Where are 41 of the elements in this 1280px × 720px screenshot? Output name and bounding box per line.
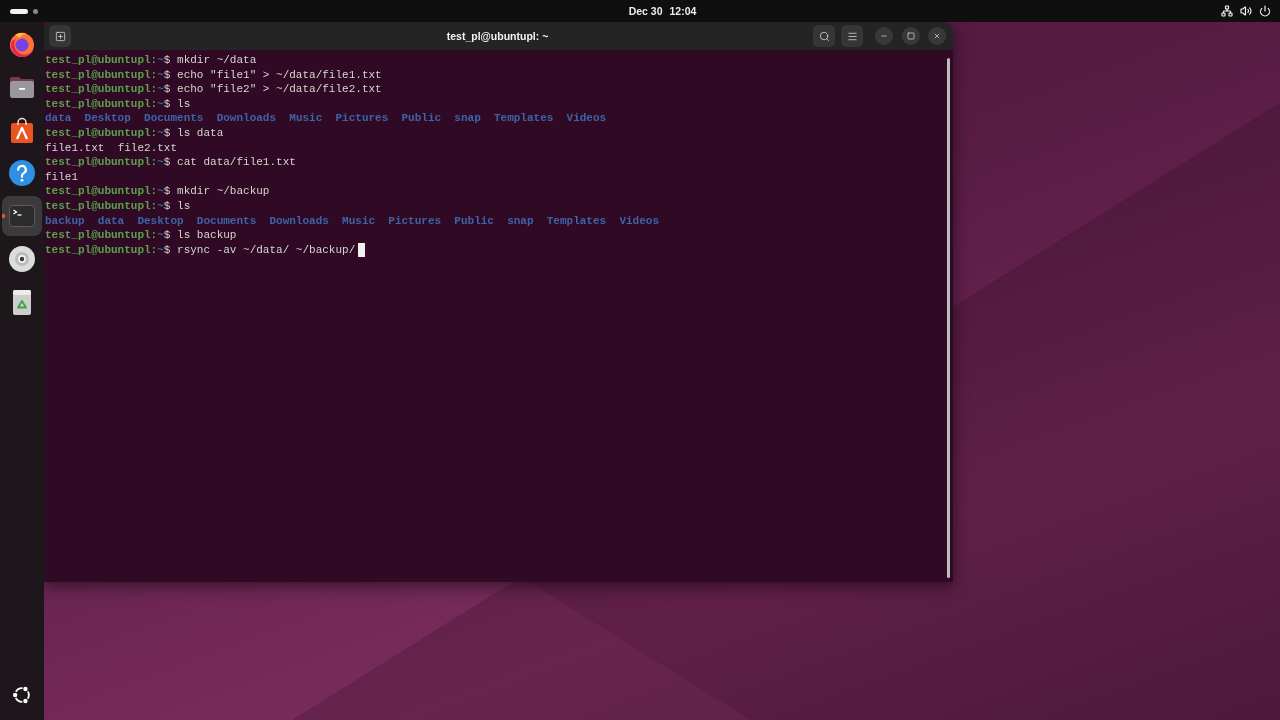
date-text: Dec 30 (628, 5, 663, 17)
listing-output-line: data Desktop Documents Downloads Music Pictures Public snap Templates Videos (45, 111, 607, 126)
window-title: test_pl@ubuntupl: ~ (446, 30, 549, 42)
prompt-line: test_pl@ubuntupl:~$ ls (45, 96, 191, 112)
prompt-line: test_pl@ubuntupl:~$ ls (45, 198, 191, 214)
close-button[interactable] (928, 27, 946, 45)
minimize-icon (880, 32, 888, 40)
close-icon (933, 32, 941, 40)
output-line: file1 (45, 169, 78, 185)
shopping-bag-icon (8, 116, 36, 144)
volume-icon[interactable] (1240, 5, 1252, 17)
prompt-line: test_pl@ubuntupl:~$ cat data/file1.txt (45, 155, 296, 170)
listing-output-line: backup data Desktop Documents Downloads Music Pictures Public snap Templates Videos (45, 213, 659, 229)
flame-globe-icon (8, 30, 36, 58)
clock-button[interactable]: Dec 30 12:04 (624, 5, 701, 17)
plus-square-icon (54, 30, 66, 42)
activities-button[interactable] (10, 6, 38, 16)
search-icon (818, 30, 830, 42)
time-text: 12:04 (669, 5, 697, 17)
menu-button[interactable] (841, 25, 863, 47)
terminal-icon (8, 202, 36, 230)
maximize-button[interactable] (902, 27, 920, 45)
search-button[interactable] (813, 25, 835, 47)
prompt-line: test_pl@ubuntupl:~$ ls backup (45, 228, 237, 243)
power-icon[interactable] (1259, 5, 1271, 17)
help-icon (8, 159, 36, 187)
prompt-line: test_pl@ubuntupl:~$ ls data (45, 125, 224, 141)
prompt-line: test_pl@ubuntupl:~$ mkdir ~/data (45, 53, 257, 68)
listing-output-line: file1.txt file2.txt (45, 140, 178, 156)
prompt-line: test_pl@ubuntupl:~$ rsync -av ~/data/ ~/backup/ (45, 242, 356, 258)
prompt-line: test_pl@ubuntupl:~$ echo "file1" > ~/data/file1.txt (45, 67, 382, 83)
menu-icon (846, 30, 858, 42)
prompt-line: test_pl@ubuntupl:~$ mkdir ~/backup (45, 184, 270, 199)
disc-icon (8, 245, 36, 273)
new-tab-button[interactable] (49, 25, 71, 47)
ring-dots-icon (11, 684, 33, 706)
scrollbar[interactable] (947, 58, 950, 578)
minimize-button[interactable] (875, 27, 893, 45)
network-icon[interactable] (1221, 5, 1233, 17)
maximize-icon (907, 32, 915, 40)
prompt-line: test_pl@ubuntupl:~$ echo "file2" > ~/data/file2.txt (45, 82, 382, 97)
